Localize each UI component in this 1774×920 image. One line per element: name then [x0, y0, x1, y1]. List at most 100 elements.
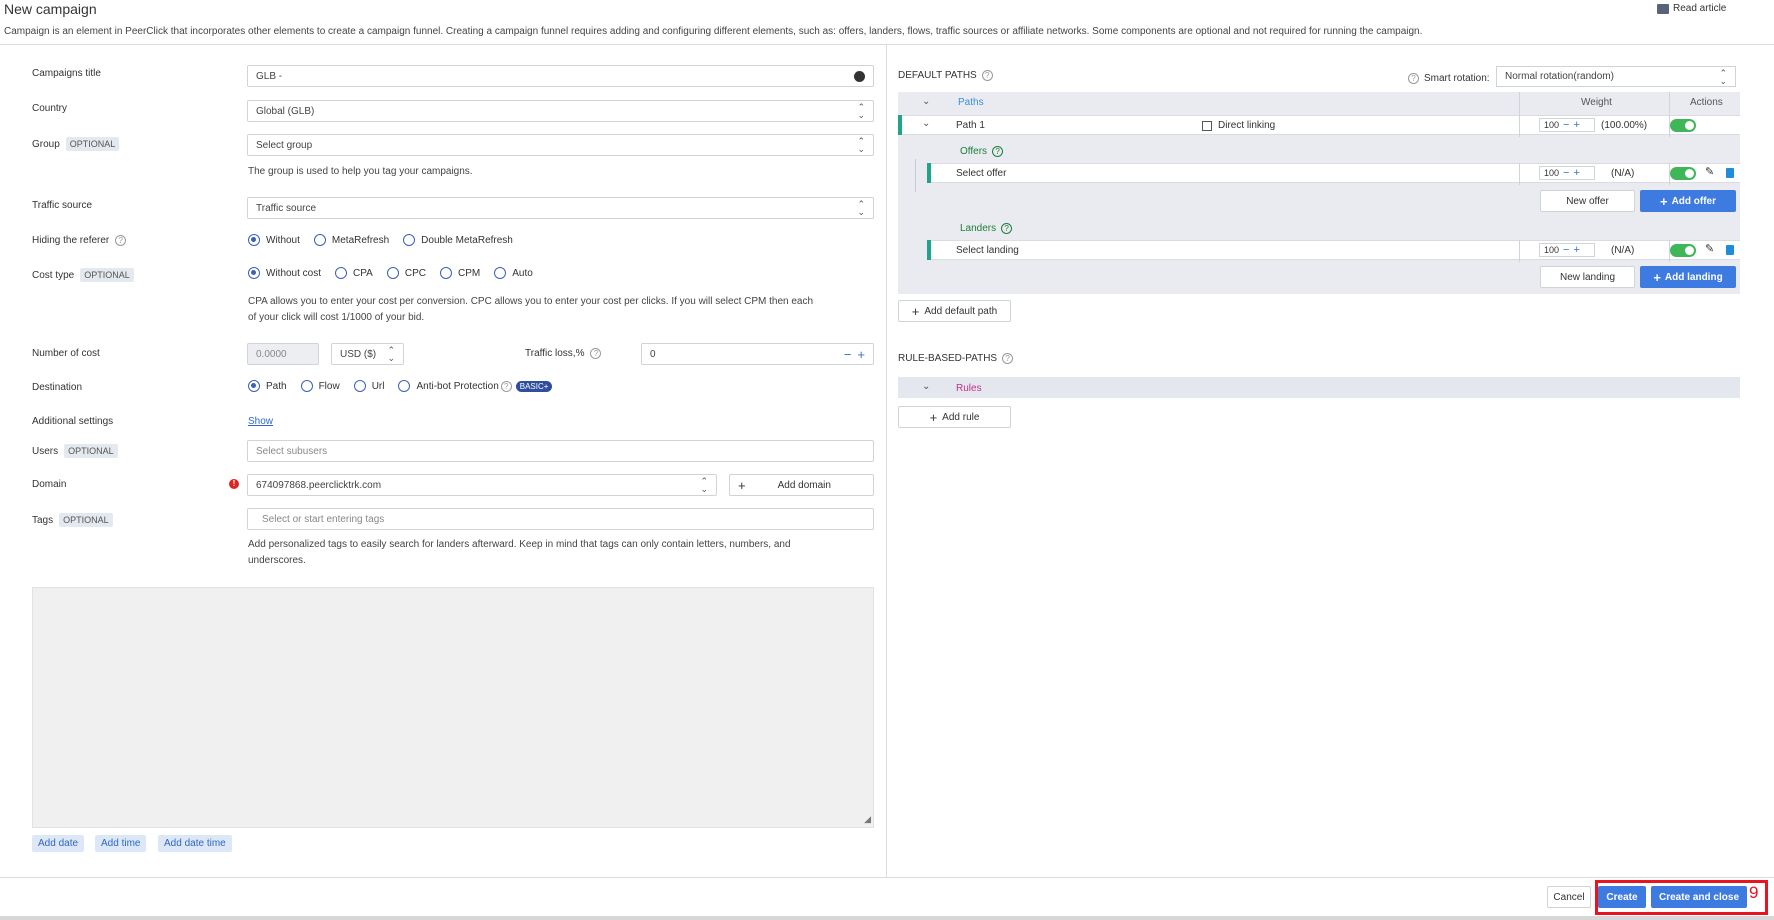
path-indicator — [898, 115, 902, 135]
offer-percent: (N/A) — [1611, 168, 1635, 179]
help-icon[interactable]: ? — [981, 70, 993, 81]
offer-toggle[interactable] — [1670, 167, 1696, 180]
radio-checked-icon[interactable] — [248, 267, 260, 279]
country-select[interactable]: Global (GLB) ⌃ ⌄ — [247, 100, 874, 122]
currency-select[interactable]: USD ($) ⌃ ⌄ — [331, 343, 404, 365]
radio-cpm[interactable]: CPM — [439, 267, 480, 279]
collapse-chevron-icon[interactable]: ⌄ — [922, 381, 930, 392]
help-icon[interactable]: ? — [1408, 73, 1419, 84]
lander-weight-input[interactable]: 100 − + — [1539, 243, 1595, 257]
offer-weight-input[interactable]: 100 − + — [1539, 166, 1595, 180]
read-article-link[interactable]: Read article — [1657, 3, 1726, 14]
radio-url[interactable]: Url — [353, 380, 384, 392]
plus-icon[interactable]: + — [1573, 119, 1579, 131]
edit-pencil-icon[interactable]: ✎ — [1705, 242, 1714, 255]
minus-icon[interactable]: − — [1563, 119, 1569, 131]
smart-rotation-select[interactable]: Normal rotation(random) ⌃ ⌄ — [1496, 66, 1736, 87]
rules-table-header — [898, 377, 1740, 398]
group-select[interactable]: Select group ⌃ ⌄ — [247, 134, 874, 156]
radio-icon[interactable] — [313, 234, 326, 246]
cost-input[interactable]: 0.0000 — [247, 343, 319, 365]
landers-label-row: Landers ? — [960, 223, 1013, 234]
plus-icon: + — [911, 303, 920, 319]
radio-checked-icon[interactable] — [248, 234, 260, 246]
path-toggle[interactable] — [1670, 119, 1696, 132]
add-rule-button[interactable]: + Add rule — [898, 406, 1011, 428]
color-dot-icon[interactable] — [854, 70, 865, 82]
destination-label: Destination — [32, 382, 83, 393]
add-domain-button[interactable]: + Add domain — [729, 474, 874, 496]
radio-cpc[interactable]: CPC — [386, 267, 426, 279]
help-icon[interactable]: ? — [590, 348, 602, 359]
tags-note-line-1: Add personalized tags to easily search f… — [248, 539, 791, 550]
new-offer-button[interactable]: New offer — [1540, 190, 1635, 212]
radio-double-metarefresh[interactable]: Double MetaRefresh — [403, 234, 513, 246]
minus-icon[interactable]: − — [1563, 244, 1569, 256]
minus-icon[interactable]: − — [1563, 167, 1569, 179]
trash-icon[interactable] — [1726, 168, 1734, 178]
radio-without-cost[interactable]: Without cost — [248, 267, 321, 279]
radio-icon[interactable] — [398, 380, 411, 392]
campaign-title-input[interactable]: GLB - — [247, 65, 874, 87]
lander-name: Select landing — [956, 245, 1019, 256]
add-time-button[interactable]: Add time — [95, 835, 147, 852]
new-landing-button[interactable]: New landing — [1540, 266, 1635, 288]
path-weight-input[interactable]: 100 − + — [1539, 118, 1595, 132]
add-date-button[interactable]: Add date — [32, 835, 85, 852]
radio-icon[interactable] — [300, 380, 313, 392]
radio-icon[interactable] — [335, 267, 348, 279]
help-icon[interactable]: ? — [992, 146, 1004, 157]
radio-icon[interactable] — [403, 234, 416, 246]
plus-icon: + — [929, 409, 938, 425]
column-divider — [1519, 163, 1520, 185]
radio-label: Auto — [512, 267, 533, 279]
read-article-label: Read article — [1673, 3, 1727, 14]
radio-flow[interactable]: Flow — [300, 380, 340, 392]
lander-toggle[interactable] — [1670, 244, 1696, 257]
cancel-button[interactable]: Cancel — [1547, 886, 1591, 908]
add-default-path-button[interactable]: + Add default path — [898, 300, 1011, 322]
radio-path[interactable]: Path — [248, 380, 287, 392]
help-icon[interactable]: ? — [500, 380, 512, 392]
radio-checked-icon[interactable] — [248, 380, 260, 392]
radio-icon[interactable] — [386, 267, 399, 279]
resize-handle-icon[interactable]: ◢ — [864, 814, 871, 825]
show-settings-link[interactable]: Show — [248, 416, 273, 427]
notes-textarea[interactable]: ◢ — [32, 587, 874, 828]
users-select[interactable]: Select subusers — [247, 440, 874, 462]
direct-linking-checkbox[interactable]: Direct linking — [1202, 120, 1275, 131]
radio-icon[interactable] — [353, 380, 366, 392]
radio-icon[interactable] — [494, 267, 507, 279]
optional-badge: OPTIONAL — [59, 513, 113, 527]
collapse-chevron-icon[interactable]: ⌄ — [922, 96, 930, 107]
edit-pencil-icon[interactable]: ✎ — [1705, 165, 1714, 178]
radio-icon[interactable] — [439, 267, 452, 279]
radio-auto[interactable]: Auto — [494, 267, 533, 279]
plus-icon[interactable]: + — [1573, 244, 1579, 256]
radio-cpa[interactable]: CPA — [335, 267, 373, 279]
tags-input[interactable]: Select or start entering tags — [247, 508, 874, 530]
destination-radios: Path Flow Url Anti-bot Protection ? BASI… — [248, 380, 553, 392]
radio-label: Double MetaRefresh — [421, 234, 513, 246]
add-date-time-button[interactable]: Add date time — [158, 835, 232, 852]
help-icon[interactable]: ? — [115, 235, 127, 246]
checkbox-icon[interactable] — [1202, 120, 1212, 131]
plus-icon[interactable]: + — [857, 347, 865, 362]
plus-icon[interactable]: + — [1573, 167, 1579, 179]
traffic-loss-input[interactable]: 0 − + — [641, 343, 874, 365]
traffic-source-select[interactable]: Traffic source ⌃ ⌄ — [247, 197, 874, 219]
sort-chevron-icon: ⌃ ⌄ — [1719, 67, 1727, 86]
help-icon[interactable]: ? — [1002, 353, 1014, 364]
domain-select[interactable]: 674097868.peerclicktrk.com ⌃ ⌄ — [247, 474, 717, 496]
column-divider — [1519, 240, 1520, 262]
add-landing-button[interactable]: + Add landing — [1640, 266, 1736, 288]
radio-metarefresh[interactable]: MetaRefresh — [313, 234, 389, 246]
add-rule-label: Add rule — [942, 411, 980, 423]
add-offer-button[interactable]: + Add offer — [1640, 190, 1736, 212]
minus-icon[interactable]: − — [844, 347, 852, 362]
trash-icon[interactable] — [1726, 245, 1734, 255]
collapse-chevron-icon[interactable]: ⌄ — [922, 118, 930, 129]
radio-anti-bot[interactable]: Anti-bot Protection — [398, 380, 499, 392]
help-icon[interactable]: ? — [1001, 223, 1013, 234]
radio-without[interactable]: Without — [248, 234, 300, 246]
